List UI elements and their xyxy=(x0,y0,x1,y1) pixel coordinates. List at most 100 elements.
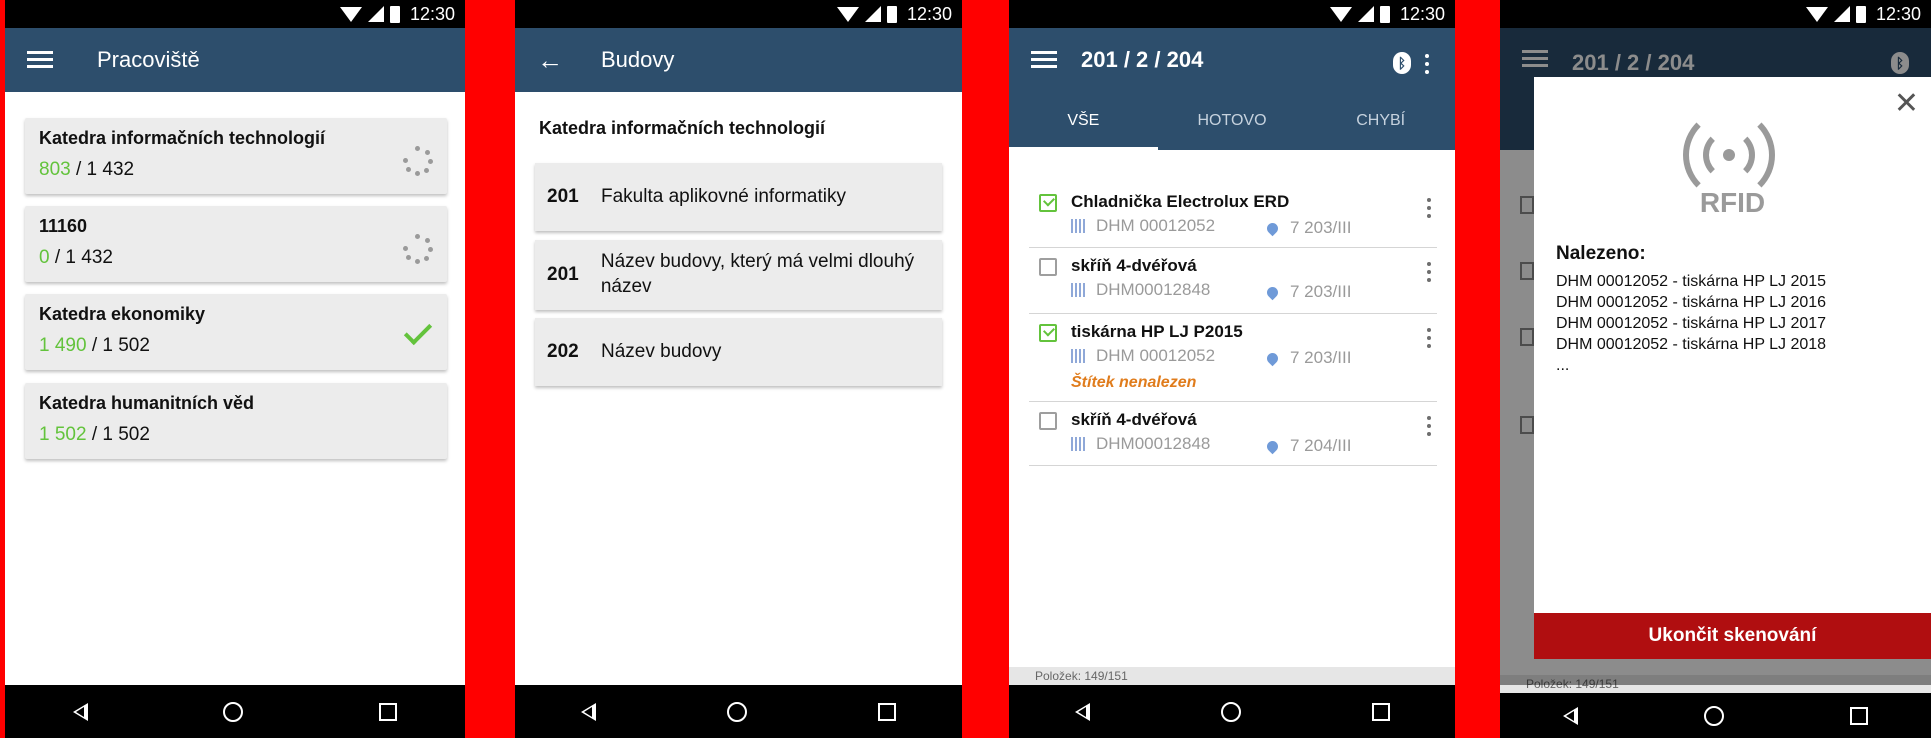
found-item: ... xyxy=(1556,357,1570,374)
signal-icon xyxy=(864,6,881,22)
clock: 12:30 xyxy=(906,3,952,24)
building-number: 202 xyxy=(547,341,579,362)
nav-home-icon[interactable] xyxy=(1220,701,1241,722)
screen-workplaces: 12:30 Pracoviště Katedra informačních te… xyxy=(5,0,465,738)
list-item[interactable]: skříň 4-dvéřová DHM00012848 7 204/III xyxy=(1029,404,1437,466)
stop-scanning-button[interactable]: Ukončit skenování xyxy=(1534,613,1931,659)
item-count-footer: Položek: 149/151 xyxy=(1009,667,1455,685)
nav-home-icon[interactable] xyxy=(223,701,244,722)
item-more-icon[interactable] xyxy=(1427,328,1431,348)
workplace-name: Katedra ekonomiky xyxy=(39,304,206,324)
signal-icon xyxy=(1833,6,1850,22)
location-pin-icon xyxy=(1264,438,1281,454)
item-code: DHM00012848 xyxy=(1071,434,1210,454)
workplace-count: 803 / 1 432 xyxy=(39,159,135,180)
rfid-signal-icon xyxy=(1681,109,1777,201)
found-heading: Nalezeno: xyxy=(1556,243,1646,264)
nav-recents-icon[interactable] xyxy=(1371,702,1390,721)
system-nav-bar xyxy=(515,685,962,738)
page-title: 201 / 2 / 204 xyxy=(1081,47,1204,72)
nav-home-icon[interactable] xyxy=(1704,705,1724,726)
system-nav-bar xyxy=(1500,693,1931,738)
item-checkbox[interactable] xyxy=(1039,324,1057,342)
building-card[interactable]: 202 Název budovy xyxy=(535,318,942,386)
more-options-icon[interactable] xyxy=(1425,54,1429,74)
item-location: 7 203/III xyxy=(1264,348,1351,368)
item-code: DHM00012848 xyxy=(1071,280,1210,300)
list-item[interactable]: Chladnička Electrolux ERD DHM 00012052 7… xyxy=(1029,186,1437,248)
screen-room-items: 12:30 201 / 2 / 204 ᛒ VŠE HOTOVO CHYBÍ C… xyxy=(1009,0,1455,738)
page-title: Budovy xyxy=(601,47,675,72)
building-card[interactable]: 201 Fakulta aplikovné informatiky xyxy=(535,163,942,231)
menu-icon[interactable] xyxy=(1031,51,1057,69)
rfid-label: RFID xyxy=(1699,187,1766,218)
found-list: DHM 00012052 - tiskárna HP LJ 2015 DHM 0… xyxy=(1556,271,1826,376)
item-name: skříň 4-dvéřová xyxy=(1071,256,1197,275)
item-name: skříň 4-dvéřová xyxy=(1071,410,1197,429)
building-card[interactable]: 201 Název budovy, který má velmi dlouhý … xyxy=(535,240,942,310)
tab-done[interactable]: HOTOVO xyxy=(1158,92,1307,150)
workplace-name: Katedra informačních technologií xyxy=(39,128,326,148)
list-item[interactable]: skříň 4-dvéřová DHM00012848 7 203/III xyxy=(1029,250,1437,314)
tag-not-found-warning: Štítek nenalezen xyxy=(1071,374,1197,391)
workplace-card[interactable]: Katedra humanitních věd 1 502 / 1 502 xyxy=(25,383,447,459)
item-checkbox[interactable] xyxy=(1039,412,1057,430)
barcode-icon xyxy=(1071,349,1087,363)
app-bar: Pracoviště xyxy=(5,28,465,92)
item-more-icon[interactable] xyxy=(1427,416,1431,436)
back-arrow-icon[interactable]: ← xyxy=(537,45,563,76)
close-icon[interactable]: ✕ xyxy=(1894,89,1919,119)
workplace-card[interactable]: Katedra informačních technologií 803 / 1… xyxy=(25,118,447,194)
nav-back-icon[interactable] xyxy=(580,702,596,721)
bluetooth-icon[interactable]: ᛒ xyxy=(1393,52,1411,74)
nav-home-icon[interactable] xyxy=(726,701,747,722)
workplace-name: Katedra humanitních věd xyxy=(39,393,255,413)
nav-back-icon[interactable] xyxy=(72,702,88,721)
workplace-count: 1 502 / 1 502 xyxy=(39,424,150,445)
item-name: Chladnička Electrolux ERD xyxy=(1071,192,1290,211)
wifi-icon xyxy=(1805,6,1828,22)
item-location: 7 203/III xyxy=(1264,218,1351,238)
item-more-icon[interactable] xyxy=(1427,262,1431,282)
tab-all[interactable]: VŠE xyxy=(1009,92,1158,150)
nav-recents-icon[interactable] xyxy=(379,702,398,721)
building-name: Fakulta aplikovné informatiky xyxy=(601,185,846,207)
workplace-name: 11160 xyxy=(39,216,88,236)
workplace-card[interactable]: Katedra ekonomiky 1 490 / 1 502 xyxy=(25,294,447,370)
item-more-icon[interactable] xyxy=(1427,198,1431,218)
battery-icon xyxy=(389,5,400,23)
item-code: DHM 00012052 xyxy=(1071,346,1215,366)
clock: 12:30 xyxy=(409,3,455,24)
tab-missing[interactable]: CHYBÍ xyxy=(1306,92,1455,150)
item-location: 7 203/III xyxy=(1264,282,1351,302)
found-item: DHM 00012052 - tiskárna HP LJ 2017 xyxy=(1556,315,1827,332)
building-number: 201 xyxy=(547,186,579,207)
workplace-card[interactable]: 11160 0 / 1 432 xyxy=(25,206,447,282)
page-title: Pracoviště xyxy=(97,47,200,72)
menu-icon[interactable] xyxy=(27,51,53,69)
barcode-icon xyxy=(1071,283,1087,297)
wifi-icon xyxy=(836,6,859,22)
found-item: DHM 00012052 - tiskárna HP LJ 2016 xyxy=(1556,294,1827,311)
found-item: DHM 00012052 - tiskárna HP LJ 2018 xyxy=(1556,336,1827,353)
nav-back-icon[interactable] xyxy=(1563,706,1578,725)
item-code: DHM 00012052 xyxy=(1071,216,1215,236)
item-checkbox[interactable] xyxy=(1039,258,1057,276)
battery-icon xyxy=(1379,5,1390,23)
item-location: 7 204/III xyxy=(1264,436,1351,456)
location-pin-icon xyxy=(1264,350,1281,366)
status-bar: 12:30 xyxy=(515,0,962,28)
nav-recents-icon[interactable] xyxy=(878,702,897,721)
building-name: Název budovy, který má velmi dlouhý náze… xyxy=(600,251,915,297)
item-checkbox[interactable] xyxy=(1039,194,1057,212)
nav-back-icon[interactable] xyxy=(1074,702,1090,721)
status-bar: 12:30 xyxy=(1500,0,1931,28)
battery-icon xyxy=(886,5,897,23)
screen-rfid-scan: 12:30 201 / 2 / 204 ᛒ Položek: 149/151 ✕… xyxy=(1500,0,1931,738)
list-item[interactable]: tiskárna HP LJ P2015 DHM 00012052 7 203/… xyxy=(1029,316,1437,402)
app-bar: 201 / 2 / 204 xyxy=(1009,28,1455,92)
nav-recents-icon[interactable] xyxy=(1850,706,1868,725)
clock: 12:30 xyxy=(1875,3,1921,24)
loading-spinner-icon xyxy=(403,146,433,176)
clock: 12:30 xyxy=(1399,3,1445,24)
